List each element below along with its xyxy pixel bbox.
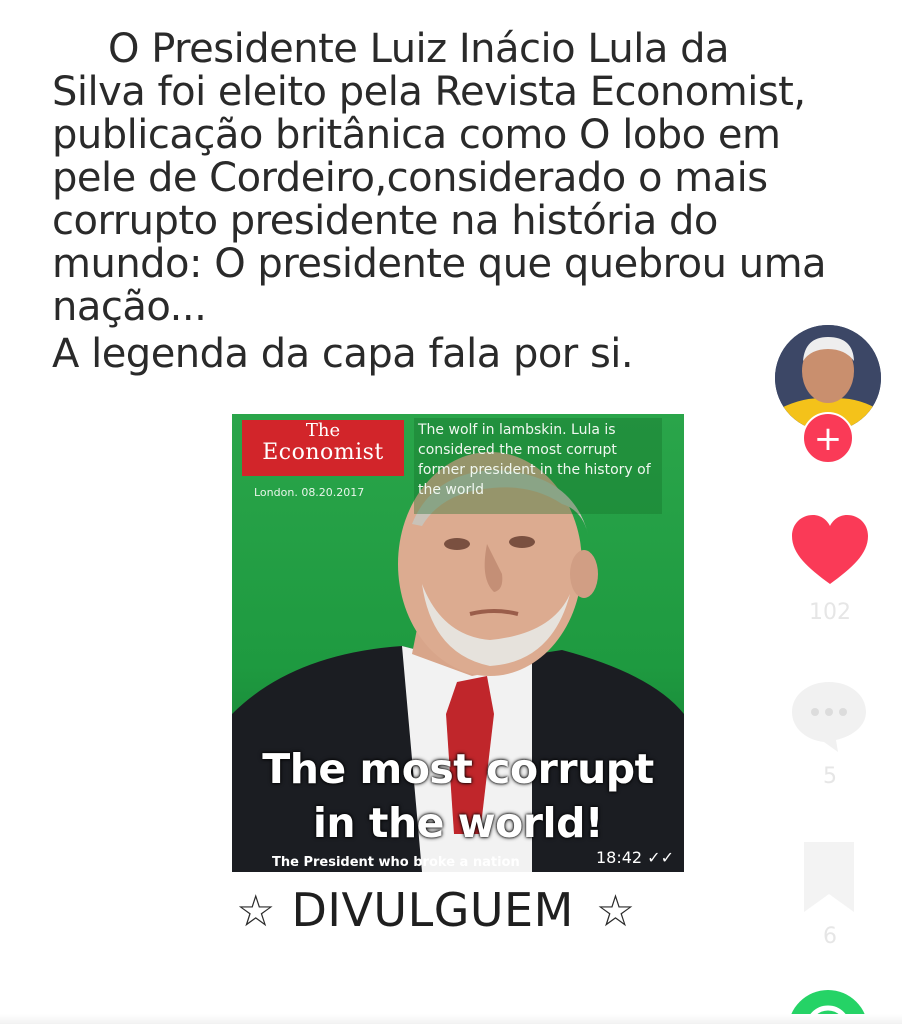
- headline-line: The most corrupt: [262, 745, 654, 793]
- bookmark-icon[interactable]: [796, 838, 862, 918]
- caption-line: mundo: O presidente que quebrou uma: [52, 241, 827, 287]
- heart-icon[interactable]: [788, 510, 872, 590]
- logo-the: The: [305, 420, 341, 441]
- caption-line: pele de Cordeiro,considerado o mais: [52, 155, 768, 201]
- like-count: 102: [809, 600, 851, 625]
- star-icon: ☆: [236, 886, 276, 937]
- comment-bubble-icon[interactable]: [788, 676, 870, 756]
- cover-subhead: The President who broke a nation: [272, 855, 520, 870]
- caption-line: nação...: [52, 284, 207, 330]
- star-icon: ☆: [595, 886, 636, 937]
- bookmark-count: 6: [823, 924, 837, 949]
- message-timestamp: 18:42 ✓✓: [595, 848, 674, 867]
- screen: O Presidente Luiz Inácio Lula da Silva f…: [0, 0, 902, 1024]
- post-caption: O Presidente Luiz Inácio Lula da Silva f…: [52, 28, 842, 376]
- follow-button[interactable]: +: [802, 412, 854, 464]
- share-call-to-action: ☆ DIVULGUEM ☆: [236, 880, 696, 942]
- caption-line: A legenda da capa fala por si.: [52, 331, 634, 377]
- economist-logo: The Economist: [242, 420, 404, 476]
- comment-count: 5: [823, 764, 837, 789]
- cover-date: London. 08.20.2017: [254, 486, 365, 499]
- headline-line: in the world!: [312, 799, 604, 847]
- caption-line: O Presidente Luiz Inácio Lula da: [108, 26, 730, 72]
- cover-headline: The most corrupt in the world!: [232, 742, 684, 850]
- bottom-edge: [0, 1014, 902, 1024]
- caption-line: publicação britânica como O lobo em: [52, 112, 781, 158]
- cover-blurb: The wolf in lambskin. Lula is considered…: [414, 418, 662, 514]
- caption-line: corrupto presidente na história do: [52, 198, 718, 244]
- magazine-cover-image[interactable]: The Economist London. 08.20.2017 The wol…: [232, 414, 684, 872]
- cta-text: DIVULGUEM: [291, 883, 574, 937]
- caption-line: Silva foi eleito pela Revista Economist,: [52, 69, 806, 115]
- logo-name: Economist: [262, 440, 384, 465]
